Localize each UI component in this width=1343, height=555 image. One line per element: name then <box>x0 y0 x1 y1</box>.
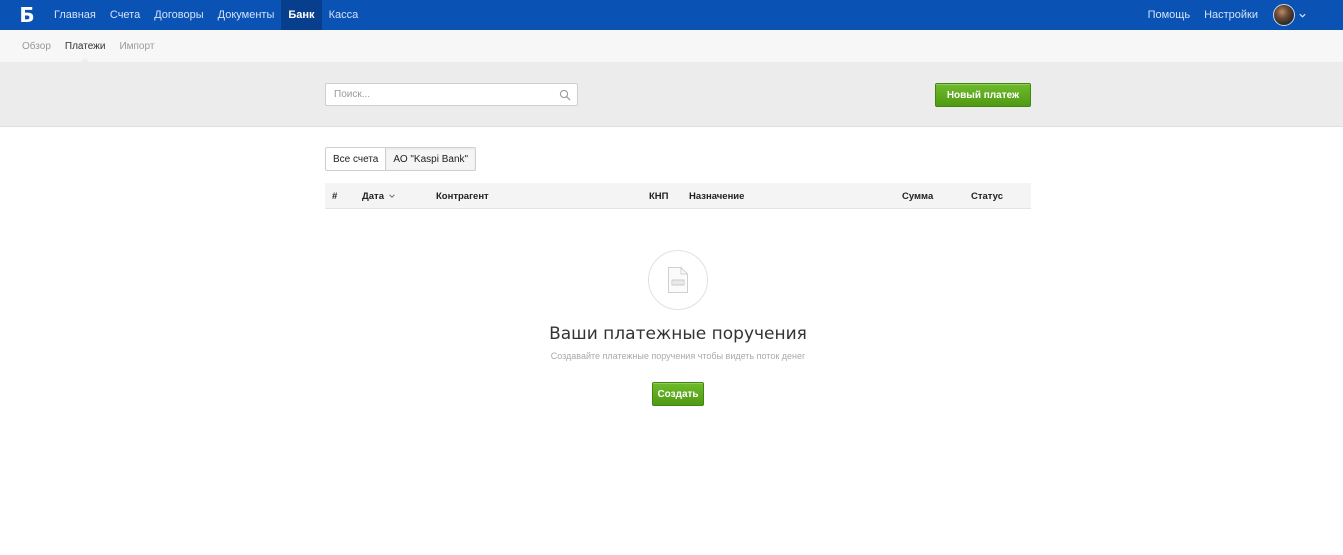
search-input[interactable] <box>326 84 577 105</box>
top-navigation-bar: Б Главная Счета Договоры Документы Банк … <box>0 0 1343 30</box>
empty-state-subtitle: Создавайте платежные поручения чтобы вид… <box>550 351 806 361</box>
column-status: Статус <box>971 190 1004 202</box>
header-right: Помощь Настройки <box>1141 0 1343 30</box>
nav-item-bank[interactable]: Банк <box>281 0 322 30</box>
column-date-sort[interactable]: Дата <box>362 183 396 209</box>
help-link[interactable]: Помощь <box>1141 9 1198 21</box>
new-payment-button[interactable]: Новый платеж <box>935 83 1031 107</box>
create-payment-button[interactable]: Создать <box>652 382 704 406</box>
column-purpose: Назначение <box>689 190 745 202</box>
toolbar: Новый платеж <box>0 62 1343 127</box>
app-logo[interactable]: Б <box>0 0 54 30</box>
subnav-item-payments[interactable]: Платежи <box>58 30 113 63</box>
column-knp: КНП <box>649 190 669 202</box>
chevron-down-icon <box>1299 13 1306 18</box>
sub-navigation: Обзор Платежи Импорт <box>0 30 1343 63</box>
search-box <box>325 83 578 106</box>
nav-item-contracts[interactable]: Договоры <box>147 0 210 30</box>
main-nav: Главная Счета Договоры Документы Банк Ка… <box>47 0 365 30</box>
empty-state-title: Ваши платежные поручения <box>549 324 807 344</box>
user-menu[interactable] <box>1273 4 1307 26</box>
subnav-item-import[interactable]: Импорт <box>112 30 161 62</box>
column-counterparty: Контрагент <box>436 190 489 202</box>
settings-link[interactable]: Настройки <box>1197 9 1265 21</box>
search-icon[interactable] <box>559 89 571 101</box>
nav-item-cash[interactable]: Касса <box>322 0 366 30</box>
document-icon <box>668 267 688 293</box>
column-number: # <box>332 190 338 202</box>
account-filter-tabs: Все счета АО "Kaspi Bank" <box>325 147 477 171</box>
subnav-item-overview[interactable]: Обзор <box>15 30 58 62</box>
tab-all-accounts[interactable]: Все счета <box>325 147 387 171</box>
nav-item-home[interactable]: Главная <box>47 0 103 30</box>
tab-kaspi-bank[interactable]: АО "Kaspi Bank" <box>386 147 477 171</box>
nav-item-accounts[interactable]: Счета <box>103 0 147 30</box>
nav-item-documents[interactable]: Документы <box>211 0 282 30</box>
column-date-label: Дата <box>362 190 384 202</box>
avatar <box>1273 4 1295 26</box>
column-sum: Сумма <box>902 190 934 202</box>
payments-table-header: # Дата Контрагент КНП Назначение Сумма С… <box>325 183 1031 209</box>
sort-chevron-down-icon <box>389 194 395 198</box>
empty-state-illustration <box>648 250 708 310</box>
